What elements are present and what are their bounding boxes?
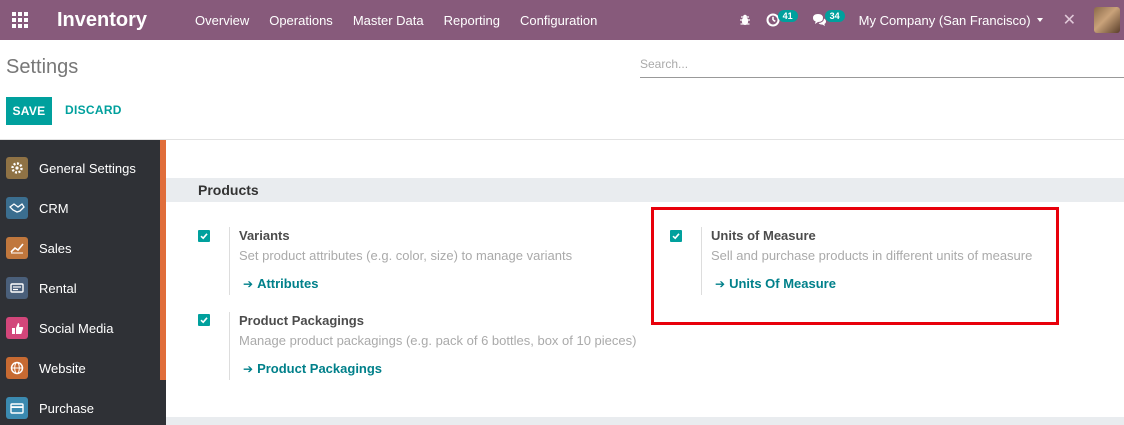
- search-box: [640, 56, 1124, 78]
- variants-description: Set product attributes (e.g. color, size…: [239, 248, 573, 263]
- main-menu: Overview Operations Master Data Reportin…: [185, 13, 607, 28]
- activity-clock-icon[interactable]: 41: [766, 10, 798, 27]
- next-section-header: [166, 417, 1124, 425]
- sidebar-item-crm[interactable]: CRM: [0, 188, 160, 228]
- save-button[interactable]: SAVE: [6, 97, 52, 125]
- highlight-box: [651, 207, 1059, 325]
- activity-count-badge: 41: [777, 10, 798, 22]
- menu-configuration[interactable]: Configuration: [510, 13, 607, 28]
- menu-operations[interactable]: Operations: [259, 13, 343, 28]
- variants-label: Variants: [239, 228, 290, 243]
- product-packagings-link[interactable]: ➔ Product Packagings: [243, 361, 382, 376]
- app-brand[interactable]: Inventory: [57, 9, 147, 32]
- sidebar-item-general-settings[interactable]: General Settings: [0, 148, 160, 188]
- bug-icon[interactable]: [738, 13, 752, 27]
- sidebar-item-label: CRM: [39, 200, 69, 216]
- message-count-badge: 34: [824, 10, 845, 22]
- sidebar-item-website[interactable]: Website: [0, 348, 160, 388]
- company-name: My Company (San Francisco): [858, 12, 1031, 28]
- check-icon: [200, 317, 208, 324]
- caret-down-icon: [1036, 18, 1043, 22]
- setting-divider: [229, 312, 230, 380]
- gear-icon: [6, 157, 28, 179]
- sidebar-item-sales[interactable]: Sales: [0, 228, 160, 268]
- menu-master-data[interactable]: Master Data: [343, 13, 434, 28]
- arrow-right-icon: ➔: [243, 276, 254, 291]
- product-packagings-label: Product Packagings: [239, 313, 364, 328]
- control-panel: Settings SAVE DISCARD: [0, 40, 1124, 140]
- product-packagings-description: Manage product packagings (e.g. pack of …: [239, 333, 637, 348]
- sidebar-item-label: Social Media: [39, 320, 114, 336]
- menu-overview[interactable]: Overview: [185, 13, 259, 28]
- attributes-link-label: Attributes: [257, 276, 319, 291]
- product-packagings-checkbox[interactable]: [198, 314, 210, 326]
- chart-icon: [6, 237, 28, 259]
- company-switcher[interactable]: My Company (San Francisco): [859, 13, 1043, 28]
- discard-button[interactable]: DISCARD: [65, 103, 122, 117]
- setting-divider: [229, 227, 230, 295]
- handshake-icon: [6, 197, 28, 219]
- search-input[interactable]: [640, 57, 1124, 71]
- section-header: Products: [166, 178, 1124, 202]
- cash-icon: [6, 277, 28, 299]
- sidebar-item-label: Sales: [39, 240, 72, 256]
- apps-menu-icon[interactable]: [0, 0, 40, 40]
- section-title: Products: [198, 182, 259, 198]
- attributes-link[interactable]: ➔ Attributes: [243, 276, 318, 291]
- sidebar-item-purchase[interactable]: Purchase: [0, 388, 160, 425]
- sidebar-item-rental[interactable]: Rental: [0, 268, 160, 308]
- variants-checkbox[interactable]: [198, 230, 210, 242]
- active-app-indicator: [160, 140, 166, 380]
- thumbs-up-icon: [6, 317, 28, 339]
- sidebar-item-label: General Settings: [39, 160, 136, 176]
- settings-sidebar: General Settings CRM Sales Rental Social…: [0, 140, 166, 425]
- navbar-systray: 41 34 My Company (San Francisco) ✕: [738, 0, 1124, 40]
- arrow-right-icon: ➔: [243, 361, 254, 376]
- check-icon: [200, 233, 208, 240]
- close-cross-icon[interactable]: ✕: [1063, 10, 1076, 30]
- user-avatar[interactable]: [1094, 7, 1120, 33]
- top-navbar: Inventory Overview Operations Master Dat…: [0, 0, 1124, 40]
- page-title: Settings: [6, 56, 79, 78]
- sidebar-item-label: Website: [39, 360, 86, 376]
- card-icon: [6, 397, 28, 419]
- product-packagings-link-label: Product Packagings: [257, 361, 383, 376]
- menu-reporting[interactable]: Reporting: [434, 13, 510, 28]
- globe-icon: [6, 357, 28, 379]
- messages-chat-icon[interactable]: 34: [812, 10, 845, 27]
- sidebar-item-label: Purchase: [39, 400, 94, 416]
- sidebar-item-social-media[interactable]: Social Media: [0, 308, 160, 348]
- sidebar-item-label: Rental: [39, 280, 77, 296]
